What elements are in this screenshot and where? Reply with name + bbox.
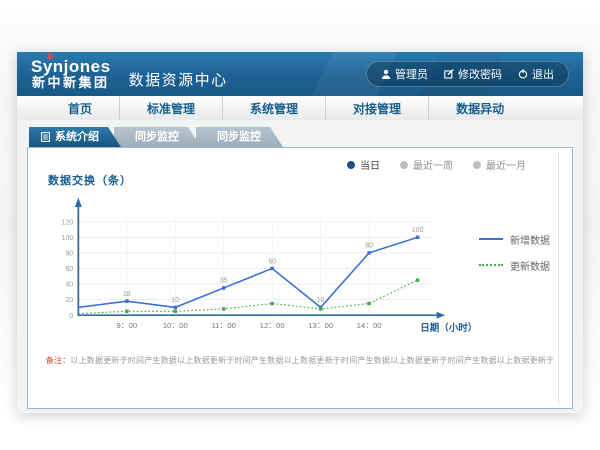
admin-user-button[interactable]: 管理员: [381, 66, 428, 82]
page-title: 数据资源中心: [129, 69, 228, 90]
main-nav: 首页 标准管理 系统管理 对接管理 数据异动: [17, 96, 583, 121]
svg-text:18: 18: [123, 291, 131, 298]
time-range-filter: 当日 最近一周 最近一月: [347, 157, 526, 172]
user-icon: [381, 69, 391, 79]
radio-dot-icon: [473, 161, 481, 169]
company-logo: ✱ Synjones 新中新集团: [31, 58, 111, 90]
svg-text:60: 60: [268, 258, 276, 265]
svg-text:120: 120: [62, 219, 74, 226]
nav-item-interface-mgmt[interactable]: 对接管理: [325, 96, 428, 120]
content-area: 系统介绍 同步监控 同步监控 当日 最近一周: [17, 120, 583, 413]
chart-container: 0 20 40 60 80 100 120 9：00 10：00 11：00 12：00 13：00 1…: [42, 188, 550, 342]
tab-bar: 系统介绍 同步监控 同步监控: [29, 127, 573, 147]
radio-dot-icon: [347, 161, 355, 169]
legend-item-new-data: 新增数据: [479, 232, 550, 247]
svg-text:0: 0: [69, 313, 73, 320]
green-dotted-line-icon: [479, 264, 503, 266]
svg-text:10：00: 10：00: [163, 321, 189, 330]
power-icon: [518, 69, 528, 79]
svg-text:日期（小时）: 日期（小时）: [420, 322, 477, 334]
radio-today[interactable]: 当日: [347, 157, 380, 172]
svg-text:10: 10: [171, 297, 179, 304]
tab-sync-monitor-1[interactable]: 同步监控: [114, 127, 201, 147]
nav-item-system-mgmt[interactable]: 系统管理: [222, 96, 325, 120]
svg-text:12：00: 12：00: [260, 321, 286, 330]
y-axis-title: 数据交换（条）: [48, 172, 132, 188]
edit-icon: [444, 69, 454, 79]
radio-last-month[interactable]: 最近一月: [473, 157, 526, 172]
radio-last-week[interactable]: 最近一周: [400, 157, 453, 172]
footnote-prefix: 备注：: [46, 356, 71, 365]
logo-spark-icon: ✱: [46, 53, 54, 64]
svg-text:20: 20: [65, 297, 73, 304]
svg-text:80: 80: [365, 243, 373, 250]
logo-text-cn: 新中新集团: [31, 76, 111, 90]
svg-text:11：00: 11：00: [211, 321, 236, 330]
svg-text:60: 60: [65, 266, 73, 273]
app-header: ✱ Synjones 新中新集团 数据资源中心 管理员 修改密码: [17, 52, 583, 96]
footnote-text: 以上数据更新于时间产生数据以上数据更新于时间产生数据以上数据更新于时间产生数据以…: [70, 356, 554, 365]
change-password-button[interactable]: 修改密码: [444, 66, 502, 82]
user-toolbar: 管理员 修改密码 退出: [366, 61, 569, 87]
chart-panel: 当日 最近一周 最近一月 数据交换（条） 0 20 40 60 80 100 120 9：00…: [27, 147, 573, 409]
tab-system-intro[interactable]: 系统介绍: [29, 127, 121, 147]
nav-item-data-change[interactable]: 数据异动: [428, 96, 531, 120]
legend-item-updated-data: 更新数据: [479, 258, 550, 273]
line-chart: 0 20 40 60 80 100 120 9：00 10：00 11：00 12：00 13：00 1…: [42, 188, 479, 342]
logout-button[interactable]: 退出: [518, 66, 554, 82]
svg-text:13：00: 13：00: [308, 321, 334, 330]
radio-dot-icon: [400, 161, 408, 169]
svg-text:100: 100: [62, 235, 74, 242]
nav-item-home[interactable]: 首页: [41, 96, 119, 120]
svg-text:40: 40: [65, 282, 73, 289]
blue-line-icon: [479, 238, 503, 240]
svg-text:10: 10: [317, 297, 325, 304]
document-icon: [41, 132, 50, 142]
svg-text:100: 100: [412, 227, 424, 234]
tab-sync-monitor-2[interactable]: 同步监控: [196, 127, 283, 147]
svg-text:80: 80: [65, 250, 73, 257]
panel-scrollbar[interactable]: [558, 152, 559, 404]
logo-text-en: Synjones: [31, 58, 111, 76]
chart-legend: 新增数据 更新数据: [479, 232, 550, 273]
footnote: 备注：以上数据更新于时间产生数据以上数据更新于时间产生数据以上数据更新于时间产生…: [28, 355, 572, 366]
svg-text:9：00: 9：00: [116, 321, 137, 330]
nav-item-standard-mgmt[interactable]: 标准管理: [119, 96, 222, 120]
svg-text:14：00: 14：00: [357, 321, 383, 330]
app-window: ✱ Synjones 新中新集团 数据资源中心 管理员 修改密码: [17, 52, 583, 413]
svg-text:35: 35: [220, 278, 228, 285]
